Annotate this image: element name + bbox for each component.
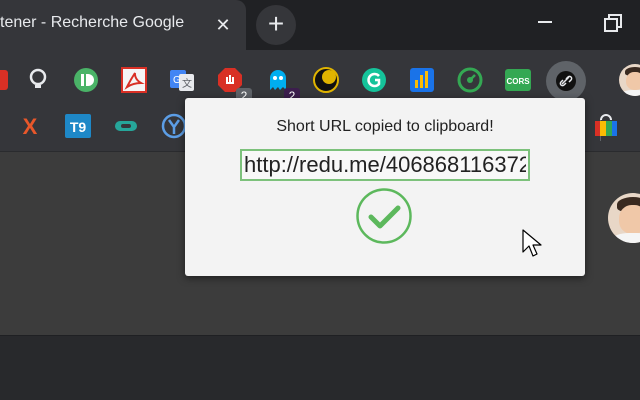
- partial-extension-icon[interactable]: [0, 66, 12, 94]
- cors-label: CORS: [506, 77, 530, 86]
- mouse-cursor-icon: [522, 229, 542, 257]
- svg-text:G: G: [173, 75, 181, 86]
- t9-extension-icon[interactable]: T9: [64, 112, 92, 140]
- restore-button[interactable]: [578, 0, 640, 44]
- account-avatar[interactable]: [608, 193, 640, 243]
- pushbullet-extension-icon[interactable]: [72, 66, 100, 94]
- t9-label: T9: [70, 119, 87, 135]
- acrobat-extension-icon[interactable]: [120, 66, 148, 94]
- dark-reader-extension-icon[interactable]: [312, 66, 340, 94]
- url-shortener-extension-icon[interactable]: [546, 61, 586, 101]
- profile-avatar[interactable]: [619, 64, 640, 96]
- title-bar: tener - Recherche Google ✕ +: [0, 0, 640, 50]
- shopping-bag-extension-icon[interactable]: [592, 112, 620, 140]
- cors-extension-icon[interactable]: CORS: [504, 66, 532, 94]
- minimize-button[interactable]: [512, 0, 576, 44]
- speedtest-extension-icon[interactable]: [456, 66, 484, 94]
- x-extension-icon[interactable]: X: [16, 112, 44, 140]
- short-url-field[interactable]: [240, 149, 530, 181]
- chain-extension-icon[interactable]: [112, 112, 140, 140]
- ghostery-extension-icon[interactable]: 2: [264, 66, 300, 104]
- active-tab[interactable]: tener - Recherche Google ✕: [0, 0, 246, 50]
- svg-text:文: 文: [182, 77, 192, 90]
- checkmark-icon: [356, 188, 412, 244]
- x-label: X: [23, 114, 38, 139]
- grammarly-extension-icon[interactable]: [360, 66, 388, 94]
- tab-close-icon[interactable]: ✕: [213, 13, 233, 37]
- google-translate-extension-icon[interactable]: G文: [168, 66, 196, 94]
- analytics-extension-icon[interactable]: [408, 66, 436, 94]
- tab-title: tener - Recherche Google: [0, 14, 185, 31]
- copied-message: Short URL copied to clipboard!: [276, 118, 494, 135]
- adblock-extension-icon[interactable]: 2: [216, 66, 252, 104]
- bottom-area: [0, 335, 640, 400]
- new-tab-button[interactable]: +: [256, 5, 296, 45]
- y-extension-icon[interactable]: [160, 112, 188, 140]
- lightbulb-extension-icon[interactable]: [24, 66, 52, 94]
